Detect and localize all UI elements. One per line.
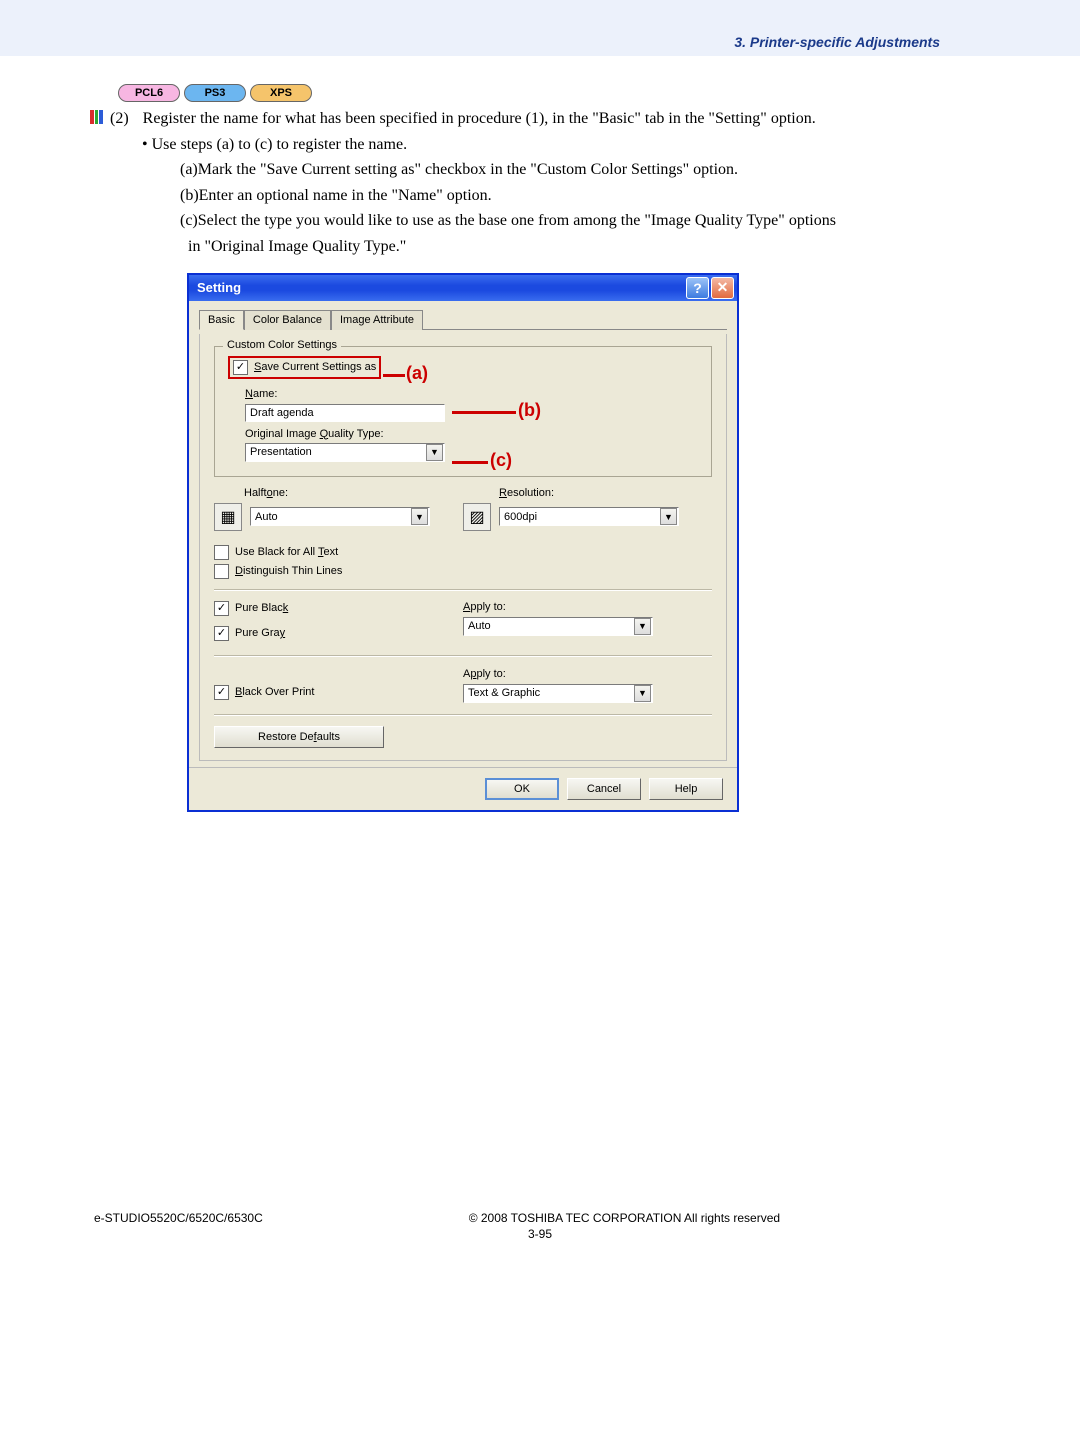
black-overprint-label: Black Over Print [235,686,314,698]
step-c-line2: in "Original Image Quality Type." [188,234,990,260]
chevron-down-icon: ▼ [634,618,651,635]
pure-gray-label: Pure Gray [235,627,285,639]
custom-color-groupbox: Custom Color Settings Save Current Setti… [214,346,712,477]
dialog-footer: OK Cancel Help [189,767,737,810]
black-overprint-row[interactable]: Black Over Print [214,685,463,700]
page-content: PCL6 PS3 XPS (2) Register the name for w… [0,56,1080,811]
distinguish-thin-label: Distinguish Thin Lines [235,565,342,577]
step-text: Register the name for what has been spec… [143,106,816,132]
halftone-icon: ▦ [214,503,242,531]
apply-to-2-value: Text & Graphic [468,687,540,699]
pure-gray-row[interactable]: Pure Gray [214,626,463,641]
step-number: (2) [110,106,129,132]
basic-panel: Custom Color Settings Save Current Setti… [199,334,727,761]
resolution-value: 600dpi [504,511,537,523]
save-as-checkbox[interactable] [233,360,248,375]
footer-left: e-STUDIO5520C/6520C/6530C [94,1211,263,1225]
restore-defaults-button[interactable]: Restore Defaults [214,726,384,748]
use-black-text-checkbox[interactable] [214,545,229,560]
step-c-line1: (c)Select the type you would like to use… [180,208,990,234]
apply-to-1-label: Apply to: [463,601,712,613]
apply-to-2-label: Apply to: [463,668,712,680]
help-icon[interactable]: ? [686,277,709,299]
step-b: (b)Enter an optional name in the "Name" … [180,183,990,209]
distinguish-thin-checkbox[interactable] [214,564,229,579]
resolution-dropdown[interactable]: 600dpi ▼ [499,507,679,526]
close-icon[interactable]: ✕ [711,277,734,299]
section-title: 3. Printer-specific Adjustments [734,34,940,50]
pure-black-checkbox[interactable] [214,601,229,616]
black-overprint-checkbox[interactable] [214,685,229,700]
cancel-button[interactable]: Cancel [567,778,641,800]
distinguish-thin-lines-row[interactable]: Distinguish Thin Lines [214,564,712,579]
titlebar: Setting ? ✕ [189,275,737,301]
badge-xps: XPS [250,84,312,102]
save-as-label: Save Current Settings as [254,361,376,373]
groupbox-label: Custom Color Settings [223,339,341,351]
step-a: (a)Mark the "Save Current setting as" ch… [180,157,990,183]
chevron-down-icon: ▼ [411,508,428,525]
chevron-down-icon: ▼ [426,444,443,461]
footer-right: © 2008 TOSHIBA TEC CORPORATION All right… [263,1211,986,1225]
tab-row: Basic Color Balance Image Attribute [199,309,727,330]
badge-ps3: PS3 [184,84,246,102]
step-marker-icon [90,110,104,124]
badge-pcl6: PCL6 [118,84,180,102]
oiqt-label: Original Image Quality Type: [245,428,697,440]
pure-black-row[interactable]: Pure Black [214,601,463,616]
halftone-resolution-row: Halftone: ▦ Auto ▼ [214,487,712,535]
oiqt-dropdown[interactable]: Presentation ▼ [245,443,445,462]
name-label: Name: [245,388,697,400]
apply-to-1-dropdown[interactable]: Auto ▼ [463,617,653,636]
help-button[interactable]: Help [649,778,723,800]
step-2-row: (2) Register the name for what has been … [90,106,990,132]
footer-page-num: 3-95 [0,1227,1080,1241]
apply-to-1-value: Auto [468,620,491,632]
ok-button[interactable]: OK [485,778,559,800]
save-as-row[interactable]: Save Current Settings as [229,357,380,378]
tab-basic[interactable]: Basic [199,310,244,330]
resolution-label: Resolution: [499,487,554,499]
use-black-text-row[interactable]: Use Black for All Text [214,545,712,560]
page-header: 3. Printer-specific Adjustments [0,0,1080,56]
step-bullet: • Use steps (a) to (c) to register the n… [142,132,990,158]
chevron-down-icon: ▼ [660,508,677,525]
name-input[interactable] [245,404,445,422]
driver-badges: PCL6 PS3 XPS [118,84,990,102]
dialog-title: Setting [197,280,241,295]
halftone-value: Auto [255,511,278,523]
resolution-icon: ▨ [463,503,491,531]
apply-to-2-dropdown[interactable]: Text & Graphic ▼ [463,684,653,703]
tab-image-attribute[interactable]: Image Attribute [331,310,423,330]
setting-dialog: Setting ? ✕ Basic Color Balance Image At… [188,274,738,811]
tab-color-balance[interactable]: Color Balance [244,310,331,330]
oiqt-value: Presentation [250,446,312,458]
pure-black-label: Pure Black [235,602,288,614]
page-footer: e-STUDIO5520C/6520C/6530C © 2008 TOSHIBA… [0,1211,1080,1225]
halftone-dropdown[interactable]: Auto ▼ [250,507,430,526]
use-black-text-label: Use Black for All Text [235,546,338,558]
pure-gray-checkbox[interactable] [214,626,229,641]
chevron-down-icon: ▼ [634,685,651,702]
halftone-label: Halftone: [244,487,288,499]
